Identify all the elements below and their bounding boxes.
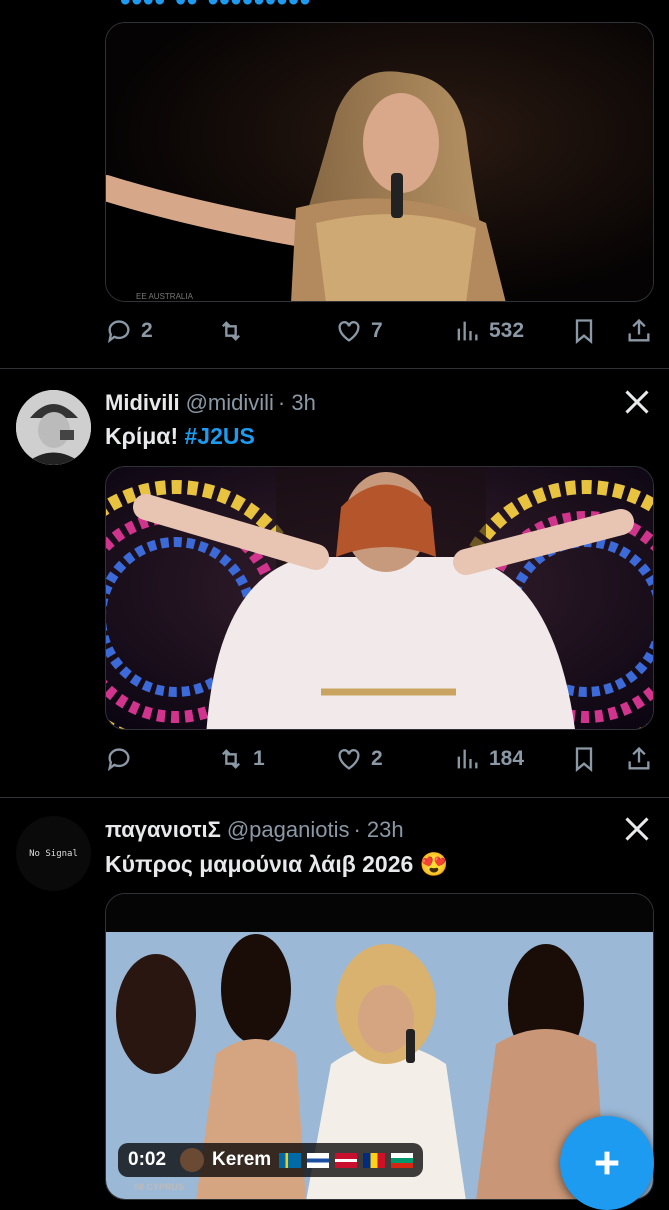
- share-icon: [628, 746, 650, 770]
- avatar-text: No Signal: [29, 848, 78, 859]
- flag-sweden-icon: [279, 1152, 302, 1168]
- media-caption: EE AUSTRALIA: [136, 292, 194, 301]
- like-count: 7: [371, 319, 383, 342]
- heart-icon: [338, 749, 360, 770]
- views-count: 532: [489, 319, 525, 342]
- x-logo-icon[interactable]: [623, 388, 651, 416]
- flag-denmark-icon: [335, 1152, 358, 1168]
- media-caption: 08 CYPRUS: [134, 1182, 184, 1192]
- avatar[interactable]: [16, 390, 91, 465]
- reply-icon: [107, 320, 130, 344]
- flag-bulgaria-icon: [391, 1152, 414, 1168]
- analytics-icon: [457, 321, 478, 341]
- reply-count: 2: [141, 319, 153, 342]
- share-button[interactable]: [625, 311, 653, 351]
- like-count: 2: [371, 747, 383, 770]
- avatar-image: [16, 390, 91, 465]
- video-avatar-icon: [180, 1148, 205, 1172]
- reply-icon: [107, 748, 130, 772]
- previous-post-text-fragment: •••• •• •••••••••: [120, 0, 312, 17]
- post-time[interactable]: · 23h: [353, 817, 403, 842]
- post-divider: [0, 797, 669, 798]
- post-media-image[interactable]: EE AUSTRALIA: [105, 22, 654, 302]
- reply-button[interactable]: 2: [105, 311, 153, 351]
- bookmark-icon: [575, 747, 593, 772]
- post-actions: 1 2 184: [105, 739, 653, 779]
- video-label: Kerem: [212, 1149, 272, 1170]
- singer-image: EE AUSTRALIA: [106, 23, 653, 301]
- author-handle[interactable]: @paganiotis: [227, 817, 350, 842]
- views-button[interactable]: 184: [453, 739, 524, 779]
- video-timestamp: 0:02: [128, 1149, 167, 1170]
- like-button[interactable]: 2: [335, 739, 383, 779]
- analytics-icon: [457, 749, 478, 769]
- like-button[interactable]: 7: [335, 311, 383, 351]
- post-text-body: Κύπρος μαμούνια λάιβ 2026: [105, 851, 414, 877]
- hashtag-link[interactable]: #J2US: [185, 423, 255, 449]
- heart-eyes-emoji: 😍: [419, 851, 449, 877]
- x-logo-icon[interactable]: [623, 815, 651, 843]
- video-info-bar: 0:02 Kerem: [118, 1143, 424, 1177]
- post-text: Κύπρος μαμούνια λάιβ 2026 😍: [105, 851, 448, 878]
- post-header: Midivili @midivili · 3h: [105, 390, 316, 416]
- views-button[interactable]: 532: [453, 311, 524, 351]
- compose-button[interactable]: [560, 1116, 654, 1210]
- post-actions: 2 7 532: [105, 311, 653, 351]
- repost-button[interactable]: 1: [217, 739, 265, 779]
- views-count: 184: [489, 747, 525, 770]
- post-text: Κρίμα! #J2US: [105, 423, 255, 450]
- heart-icon: [338, 321, 360, 342]
- post-media-image[interactable]: [105, 466, 654, 730]
- post-time[interactable]: · 3h: [278, 390, 316, 415]
- flag-finland-icon: [307, 1152, 330, 1168]
- performer-image: [106, 467, 653, 729]
- flag-romania-icon: [363, 1152, 386, 1168]
- repost-button[interactable]: [217, 311, 253, 351]
- post-text-body: Κρίμα!: [105, 423, 179, 449]
- reply-button[interactable]: [105, 739, 141, 779]
- share-button[interactable]: [625, 739, 653, 779]
- bookmark-button[interactable]: [570, 311, 598, 351]
- post-divider: [0, 368, 669, 369]
- share-icon: [628, 318, 650, 342]
- author-name[interactable]: Midivili: [105, 390, 180, 415]
- bookmark-button[interactable]: [570, 739, 598, 779]
- repost-count: 1: [253, 747, 265, 770]
- bookmark-icon: [575, 319, 593, 344]
- author-handle[interactable]: @midivili: [186, 390, 274, 415]
- repost-icon: [222, 749, 240, 769]
- avatar[interactable]: No Signal: [16, 816, 91, 891]
- repost-icon: [222, 321, 240, 341]
- post-header: παγανιοτιΣ @paganiotis · 23h: [105, 817, 404, 843]
- plus-icon: [595, 1151, 619, 1175]
- author-name[interactable]: παγανιοτιΣ: [105, 817, 221, 842]
